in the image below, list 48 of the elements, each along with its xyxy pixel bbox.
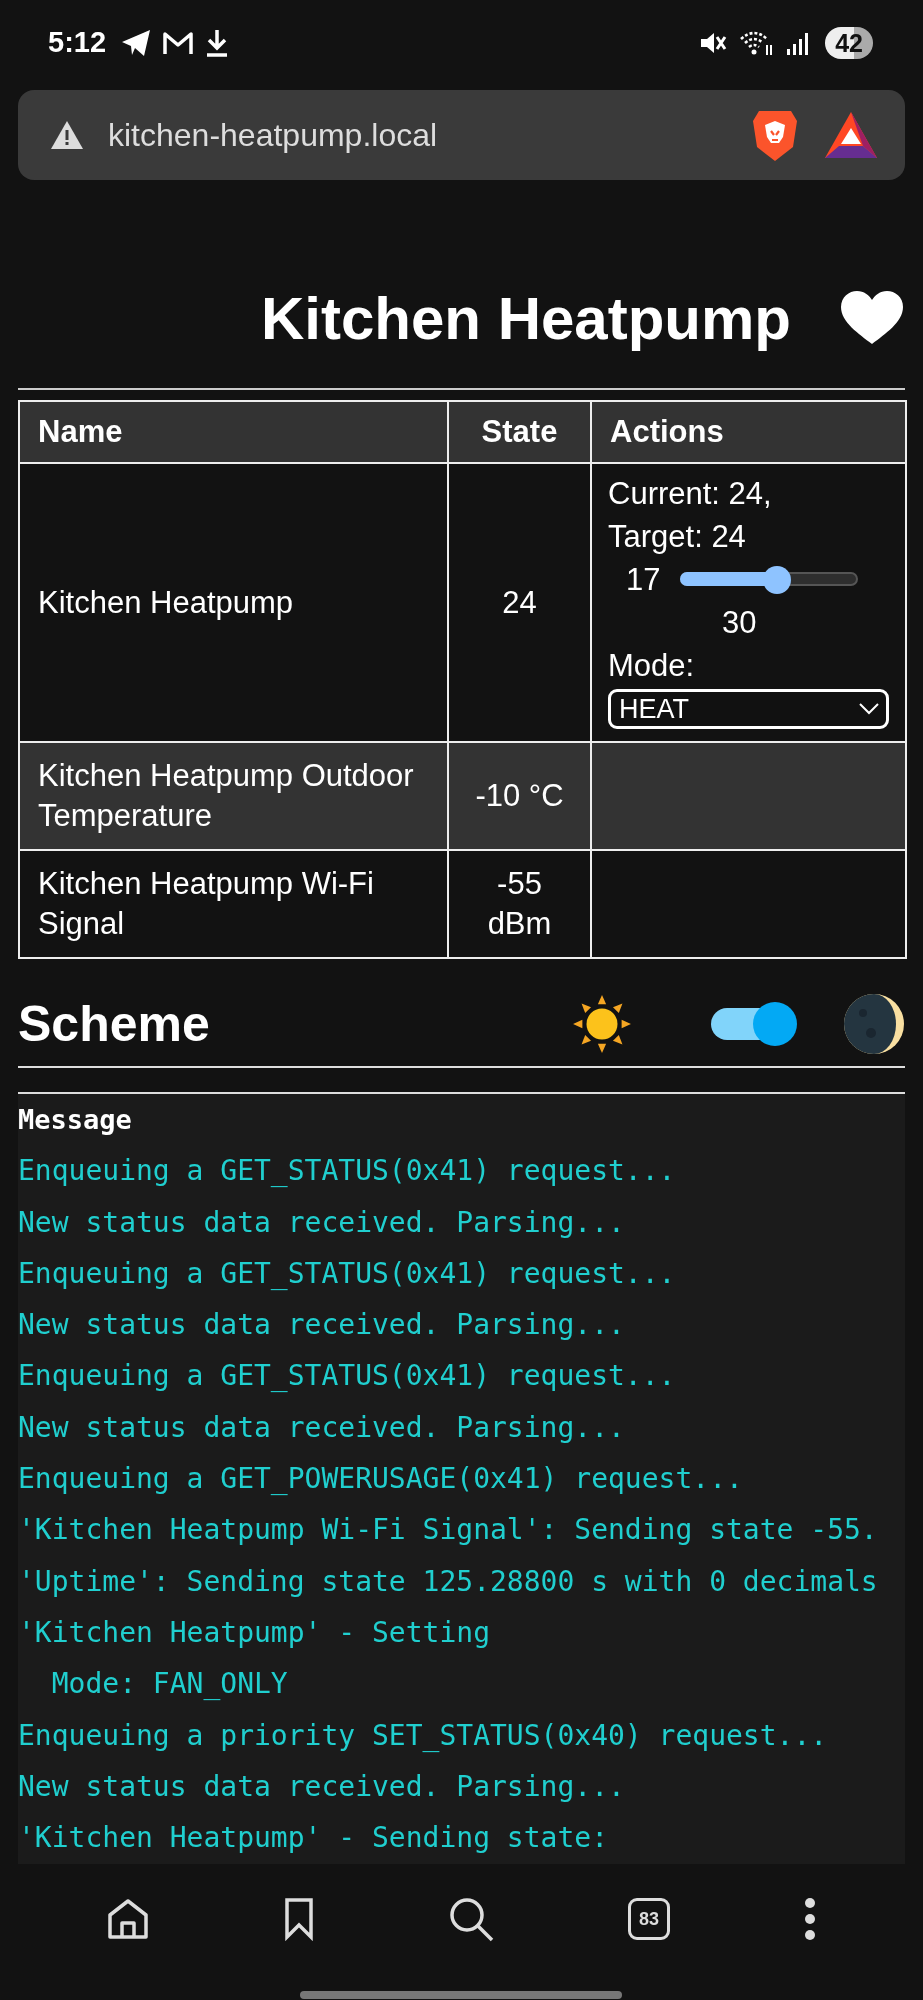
triangle-icon[interactable] xyxy=(823,110,879,160)
log-line: Enqueuing a priority SET_STATUS(0x40) request... xyxy=(18,1717,829,1754)
target-temperature-text: Target: 24 xyxy=(608,518,747,556)
log-line: New status data received. Parsing... xyxy=(18,1409,626,1446)
clock: 5:12 xyxy=(48,26,107,59)
chevron-down-icon xyxy=(858,702,880,716)
log-line: Enqueuing a GET_STATUS(0x41) request... xyxy=(18,1153,677,1190)
tab-count-button[interactable]: 83 xyxy=(628,1898,671,1940)
theme-toggle[interactable] xyxy=(711,1001,797,1046)
column-header: State xyxy=(448,401,591,463)
log-line: Enqueuing a GET_POWERUSAGE(0x41) request... xyxy=(18,1461,744,1498)
log-line: 'Kitchen Heatpump' - Sending state: xyxy=(18,1820,609,1857)
log-line: 'Kitchen Heatpump Wi-Fi Signal': Sending state -55. xyxy=(18,1512,879,1549)
slider-max-label: 30 xyxy=(721,604,758,642)
more-options-icon[interactable] xyxy=(802,1897,817,1941)
temperature-slider[interactable] xyxy=(680,565,859,594)
battery-indicator: 42 xyxy=(825,26,873,59)
bookmark-icon[interactable] xyxy=(282,1897,315,1941)
page-title: Kitchen Heatpump xyxy=(260,283,791,353)
home-icon[interactable] xyxy=(106,1897,151,1941)
address-bar[interactable]: kitchen-heatpump.local xyxy=(18,90,905,180)
log-line: Enqueuing a GET_STATUS(0x41) request... xyxy=(18,1358,677,1395)
moon-icon xyxy=(843,992,905,1055)
mode-label: Mode: xyxy=(608,647,696,685)
column-header: Actions xyxy=(591,401,906,463)
log-line: 'Uptime': Sending state 125.28800 s with 0 decimals xyxy=(18,1563,879,1600)
mode-select[interactable]: HEAT xyxy=(608,689,889,729)
mail-icon xyxy=(162,29,195,56)
log-line: New status data received. Parsing... xyxy=(18,1204,626,1241)
current-temperature-text: Current: 24, xyxy=(608,475,773,513)
warning-icon xyxy=(50,120,84,150)
name-cell: Kitchen Heatpump Outdoor Temperature xyxy=(19,742,448,850)
log-line: Enqueuing a GET_STATUS(0x41) request... xyxy=(18,1255,677,1292)
column-header: Name xyxy=(19,401,448,463)
section-title: Scheme xyxy=(18,994,211,1053)
log-line: New status data received. Parsing... xyxy=(18,1768,626,1805)
log-line: 'Kitchen Heatpump' - Setting xyxy=(18,1614,491,1651)
state-cell: -55 dBm xyxy=(448,850,591,958)
paper-plane-icon xyxy=(120,27,153,58)
name-cell: Kitchen Heatpump Wi-Fi Signal xyxy=(19,850,448,958)
log-line: Mode: FAN_ONLY xyxy=(50,1666,289,1703)
heart-icon xyxy=(839,290,905,346)
state-cell: -10 °C xyxy=(448,742,591,850)
slider-min-label: 17 xyxy=(626,561,661,599)
search-icon[interactable] xyxy=(447,1895,496,1943)
url-text[interactable]: kitchen-heatpump.local xyxy=(108,116,438,154)
log-line: New status data received. Parsing... xyxy=(18,1307,626,1344)
column-header: Message xyxy=(18,1103,133,1137)
